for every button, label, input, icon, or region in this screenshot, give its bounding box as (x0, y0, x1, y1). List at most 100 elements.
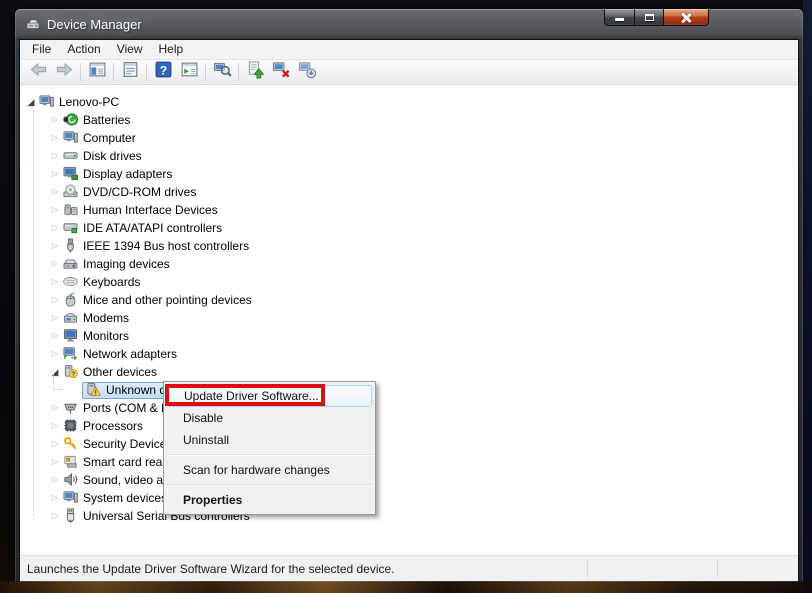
tree-item-ieee-1394-bus-host-controllers[interactable]: ▷ IEEE 1394 Bus host controllers (48, 237, 798, 255)
tree-item-sound-video-and-game-controllers[interactable]: ▷Sound, video and game controllers (48, 471, 798, 489)
smartcard-icon (62, 454, 78, 470)
titlebar[interactable]: Device Manager (15, 9, 803, 39)
svg-text:?: ? (71, 371, 75, 378)
tree-item-security-devices[interactable]: ▷Security Devices (48, 435, 798, 453)
battery-icon (62, 112, 78, 128)
close-button[interactable] (664, 8, 709, 26)
properties-button[interactable] (117, 61, 143, 83)
tree-item-lenovo-pc[interactable]: ◢Lenovo-PC (24, 93, 798, 111)
expand-arrow-icon[interactable]: ▷ (48, 255, 62, 273)
update-driver-icon (246, 60, 265, 84)
tree-item-label: Disk drives (83, 149, 142, 163)
tree-item-dvd-cd-rom-drives[interactable]: ▷DVD/CD-ROM drives (48, 183, 798, 201)
back-button[interactable] (25, 61, 51, 83)
forward-button[interactable] (51, 61, 77, 83)
context-menu-separator (166, 454, 373, 456)
minimize-button[interactable] (604, 8, 634, 26)
context-menu-item-properties[interactable]: Properties (167, 489, 372, 511)
back-icon (29, 60, 48, 84)
dvd-icon (62, 184, 78, 200)
show-console-tree-icon (88, 60, 107, 84)
action-pane-icon (180, 60, 199, 84)
menu-action[interactable]: Action (59, 40, 108, 59)
expand-arrow-icon[interactable]: ▷ (48, 201, 62, 219)
tree-item-display-adapters[interactable]: ▷ Display adapters (48, 165, 798, 183)
tree-item-imaging-devices[interactable]: ▷Imaging devices (48, 255, 798, 273)
tree-item-network-adapters[interactable]: ▷ Network adapters (48, 345, 798, 363)
expand-arrow-icon[interactable]: ▷ (48, 399, 62, 417)
sound-icon (62, 472, 78, 488)
tree-guide-line (33, 111, 34, 516)
disable-device-icon (298, 60, 317, 84)
tree-item-ports-com-lpt[interactable]: ▷Ports (COM & LPT) (48, 399, 798, 417)
forward-icon (55, 60, 74, 84)
context-menu-item-disable[interactable]: Disable (167, 407, 372, 429)
expand-arrow-icon[interactable]: ▷ (48, 111, 62, 129)
expand-arrow-icon[interactable]: ▷ (48, 219, 62, 237)
expand-arrow-icon[interactable]: ▷ (48, 273, 62, 291)
expand-arrow-icon[interactable]: ▷ (48, 327, 62, 345)
tree-item-label: System devices (83, 491, 167, 505)
tree-item-label: Monitors (83, 329, 129, 343)
disable-device-button[interactable] (294, 61, 320, 83)
expand-arrow-icon[interactable]: ▷ (48, 237, 62, 255)
tree-item-other-devices[interactable]: ◢?Other devices (48, 363, 798, 381)
update-driver-button[interactable] (242, 61, 268, 83)
menu-file[interactable]: File (24, 40, 59, 59)
expand-arrow-icon[interactable]: ▷ (48, 489, 62, 507)
expand-arrow-icon[interactable]: ▷ (48, 417, 62, 435)
expand-arrow-icon[interactable]: ▷ (48, 507, 62, 525)
expand-arrow-icon[interactable]: ▷ (48, 345, 62, 363)
tree-item-modems[interactable]: ▷Modems (48, 309, 798, 327)
tree-item-label: Display adapters (83, 167, 172, 181)
tree-item-system-devices[interactable]: ▷ System devices (48, 489, 798, 507)
expand-arrow-icon[interactable]: ▷ (48, 183, 62, 201)
action-pane-button[interactable] (176, 61, 202, 83)
context-menu-item-update-driver-software[interactable]: Update Driver Software... (167, 385, 372, 407)
expand-arrow-icon[interactable]: ▷ (48, 147, 62, 165)
tree-item-mice-and-other-pointing-devices[interactable]: ▷Mice and other pointing devices (48, 291, 798, 309)
system-icon (62, 490, 78, 506)
expand-arrow-icon[interactable]: ▷ (48, 471, 62, 489)
expand-arrow-icon[interactable]: ▷ (48, 435, 62, 453)
tree-guide-elbow (53, 374, 63, 390)
tree-item-disk-drives[interactable]: ▷ Disk drives (48, 147, 798, 165)
collapse-arrow-icon[interactable]: ◢ (24, 93, 38, 111)
security-icon (62, 436, 78, 452)
show-console-tree-button[interactable] (84, 61, 110, 83)
tree-item-processors[interactable]: ▷Processors (48, 417, 798, 435)
window-controls (604, 8, 709, 26)
tree-item-computer[interactable]: ▷Computer (48, 129, 798, 147)
uninstall-device-button[interactable] (268, 61, 294, 83)
desktop-background (803, 0, 812, 593)
toolbar-separator (113, 63, 114, 81)
maximize-button[interactable] (634, 8, 664, 26)
expand-arrow-icon[interactable]: ▷ (48, 165, 62, 183)
imaging-icon (62, 256, 78, 272)
scan-hardware-button[interactable] (209, 61, 235, 83)
hid-icon (62, 202, 78, 218)
expand-arrow-icon[interactable]: ▷ (48, 453, 62, 471)
tree-item-smart-card-readers[interactable]: ▷Smart card readers (48, 453, 798, 471)
unknown-device-icon (85, 382, 101, 398)
tree-item-monitors[interactable]: ▷ Monitors (48, 327, 798, 345)
tree-item-label: Network adapters (83, 347, 177, 361)
help-button[interactable]: ? (150, 61, 176, 83)
context-menu-item-uninstall[interactable]: Uninstall (167, 429, 372, 451)
expand-arrow-icon[interactable]: ▷ (48, 309, 62, 327)
menu-view[interactable]: View (109, 40, 151, 59)
window-title: Device Manager (47, 17, 142, 32)
tree-item-label: IEEE 1394 Bus host controllers (83, 239, 249, 253)
menubar: FileActionViewHelp (20, 40, 798, 60)
expand-arrow-icon[interactable]: ▷ (48, 291, 62, 309)
computer-icon (62, 130, 78, 146)
tree-item-human-interface-devices[interactable]: ▷Human Interface Devices (48, 201, 798, 219)
minimize-icon (615, 18, 624, 21)
tree-item-keyboards[interactable]: ▷Keyboards (48, 273, 798, 291)
tree-item-batteries[interactable]: ▷Batteries (48, 111, 798, 129)
tree-item-universal-serial-bus-controllers[interactable]: ▷Universal Serial Bus controllers (48, 507, 798, 525)
expand-arrow-icon[interactable]: ▷ (48, 129, 62, 147)
menu-help[interactable]: Help (151, 40, 192, 59)
tree-item-ide-ata-atapi-controllers[interactable]: ▷IDE ATA/ATAPI controllers (48, 219, 798, 237)
context-menu-item-scan-for-hardware-changes[interactable]: Scan for hardware changes (167, 459, 372, 481)
